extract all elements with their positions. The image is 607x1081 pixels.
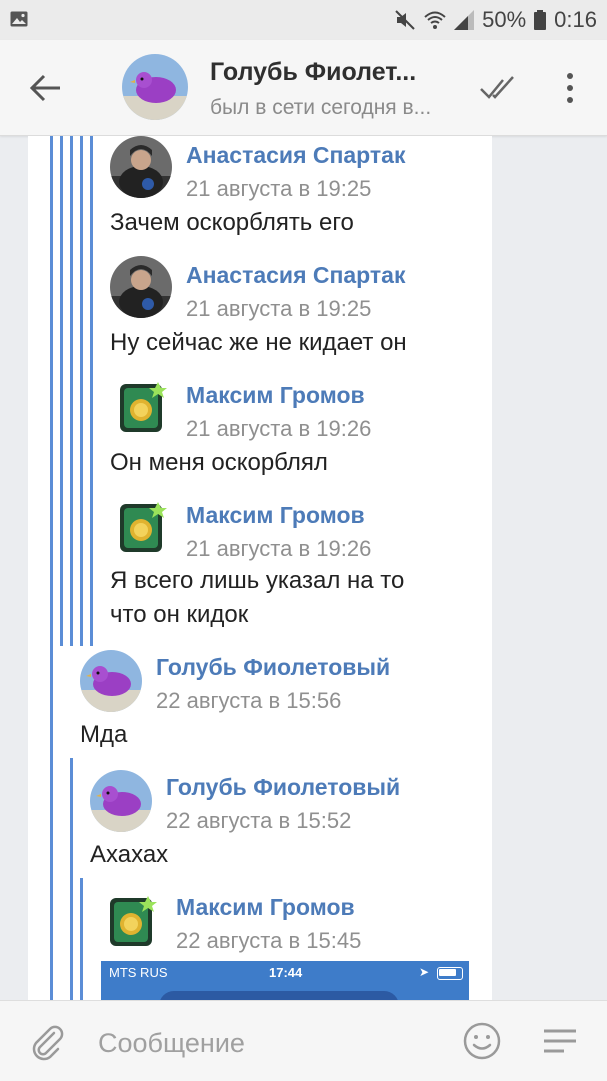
message-input[interactable]	[96, 1021, 430, 1065]
message-author[interactable]: Анастасия Спартак	[186, 262, 406, 289]
thread-line	[90, 136, 93, 646]
keyboard-menu-icon[interactable]	[542, 1025, 578, 1057]
battery-percent: 50%	[482, 7, 527, 32]
message-date: 21 августа в 19:25	[186, 296, 372, 321]
person-avatar-icon	[110, 136, 172, 198]
thread-line	[70, 758, 73, 1000]
message-text: Он меня оскорблял	[110, 449, 328, 476]
attachment-battery-icon	[437, 967, 463, 980]
message-author[interactable]: Голубь Фиолетовый	[156, 654, 390, 681]
avatar[interactable]	[110, 376, 172, 438]
forwarded-messages-card: Анастасия Спартак 21 августа в 19:25 Зач…	[28, 136, 492, 1000]
battery-icon	[534, 10, 547, 30]
message-date: 21 августа в 19:25	[186, 176, 372, 201]
message-text: что он кидок	[110, 601, 249, 628]
message-text: Мда	[80, 721, 128, 748]
mute-icon	[395, 10, 415, 30]
person-avatar-icon	[110, 256, 172, 318]
message-text: Ну сейчас же не кидает он	[110, 329, 407, 356]
avatar[interactable]	[110, 256, 172, 318]
last-seen-status: был в сети сегодня в...	[210, 96, 432, 119]
pigeon-avatar-icon	[122, 54, 188, 120]
message-text: Зачем оскорблять его	[110, 209, 354, 236]
emoji-icon[interactable]	[462, 1021, 502, 1061]
thread-line	[60, 136, 63, 646]
attach-paperclip-icon[interactable]	[28, 1023, 66, 1061]
treasure-chest-avatar-icon	[110, 496, 172, 558]
message-author[interactable]: Максим Громов	[186, 382, 365, 409]
signal-icon	[454, 10, 475, 30]
avatar[interactable]	[100, 890, 162, 952]
avatar[interactable]	[110, 496, 172, 558]
chat-header: Голубь Фиолет... был в сети сегодня в...	[0, 40, 607, 136]
message-date: 22 августа в 15:56	[156, 688, 342, 713]
message-date: 22 августа в 15:52	[166, 808, 352, 833]
message-author[interactable]: Максим Громов	[176, 894, 355, 921]
message-text: Ахахах	[90, 841, 169, 868]
composer-bar	[0, 1000, 607, 1081]
message-author[interactable]: Анастасия Спартак	[186, 142, 406, 169]
avatar[interactable]	[80, 650, 142, 712]
attachment-time-text: 17:44	[269, 965, 303, 980]
message-author[interactable]: Максим Громов	[186, 502, 365, 529]
thread-line	[70, 136, 73, 646]
avatar[interactable]	[90, 770, 152, 832]
location-arrow-icon: ➤	[419, 965, 430, 979]
status-time: 0:16	[554, 7, 597, 32]
treasure-chest-avatar-icon	[110, 376, 172, 438]
attachment-search-bar	[159, 991, 399, 1000]
chat-title[interactable]: Голубь Фиолет...	[210, 58, 416, 87]
attachment-carrier-text: MTS RUS	[109, 965, 168, 980]
message-date: 22 августа в 15:45	[176, 928, 362, 953]
message-date: 21 августа в 19:26	[186, 536, 372, 561]
message-date: 21 августа в 19:26	[186, 416, 372, 441]
thread-line	[80, 136, 83, 646]
thread-line	[50, 136, 53, 1000]
back-arrow-icon[interactable]	[28, 70, 64, 106]
pigeon-avatar-icon	[80, 650, 142, 712]
more-options-icon[interactable]	[558, 70, 582, 106]
chat-avatar[interactable]	[122, 54, 188, 120]
avatar[interactable]	[110, 136, 172, 198]
image-attachment[interactable]: MTS RUS 17:44 ➤	[101, 961, 469, 1000]
thread-line	[80, 878, 83, 1000]
message-author[interactable]: Голубь Фиолетовый	[166, 774, 400, 801]
gallery-notification-icon	[10, 11, 28, 27]
double-check-icon[interactable]	[478, 72, 520, 102]
pigeon-avatar-icon	[90, 770, 152, 832]
treasure-chest-avatar-icon	[100, 890, 162, 952]
status-bar: 50% 0:16	[0, 0, 607, 40]
wifi-icon	[424, 11, 446, 29]
message-text: Я всего лишь указал на то	[110, 567, 405, 594]
